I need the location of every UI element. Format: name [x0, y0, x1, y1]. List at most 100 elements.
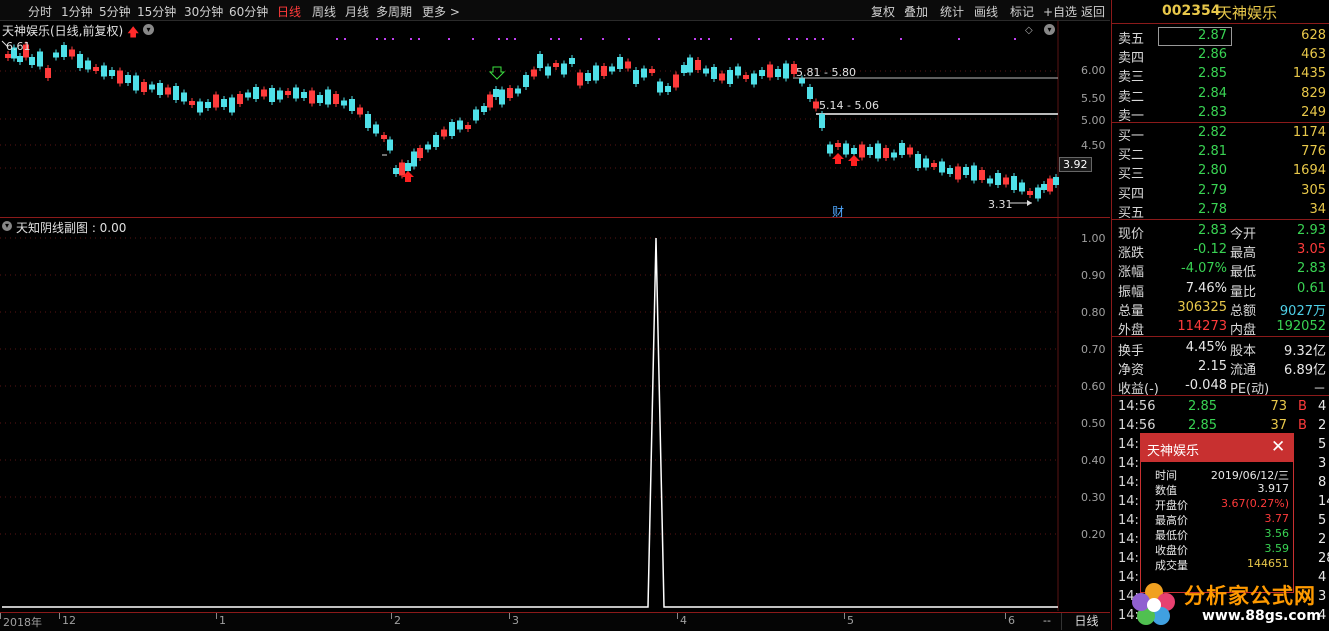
orderbook-row[interactable]: 买三 2.80 1694	[1112, 162, 1329, 182]
period-tab[interactable]: 分时	[28, 3, 52, 20]
candle-body	[947, 168, 953, 174]
period-tab[interactable]: 多周期	[376, 3, 412, 20]
stat-value: 9027万	[1279, 303, 1326, 319]
candle-body	[157, 83, 163, 95]
popup-row: 最高价 3.77	[1141, 512, 1291, 527]
signal-dot	[506, 38, 508, 40]
orderbook-price: 2.85	[1198, 66, 1227, 82]
orderbook-row[interactable]: 买四 2.79 305	[1112, 182, 1329, 202]
candle-body	[963, 167, 969, 175]
signal-dot	[550, 38, 552, 40]
popup-label: 最高价	[1155, 514, 1188, 527]
orderbook-row[interactable]: 买五 2.78 34	[1112, 201, 1329, 221]
indicator-subchart[interactable]: ▾ 天知阴线副图 : 0.00 1.00 0.90 0.80 0.70 0.60 0.50…	[0, 218, 1110, 611]
candle-body	[285, 91, 291, 95]
candle-body	[617, 57, 623, 69]
orderbook-label: 买二	[1118, 148, 1145, 164]
candle-body	[499, 89, 505, 105]
fundamental-row: 收益(-) -0.048 PE(动) －	[1112, 377, 1329, 397]
period-tab[interactable]: 更多 >	[422, 3, 460, 20]
candle-body	[931, 163, 937, 167]
candle-body	[405, 163, 411, 171]
toolbar-button[interactable]: 画线	[974, 3, 998, 20]
candle-body	[1035, 187, 1041, 199]
signal-dot	[336, 38, 338, 40]
candle-body	[449, 122, 455, 136]
orderbook-row[interactable]: 买二 2.81 776	[1112, 143, 1329, 164]
orderbook-row[interactable]: 卖一 2.83 249	[1112, 104, 1329, 124]
time-axis-label: 6	[1008, 614, 1015, 627]
candle-body	[835, 143, 841, 147]
orderbook-row[interactable]: 卖三 2.85 1435	[1112, 65, 1329, 85]
toolbar-button[interactable]: 统计	[940, 3, 964, 20]
indicator-axis-label: 0.50	[1081, 417, 1106, 430]
period-button[interactable]: 日线	[1061, 613, 1111, 630]
period-tab[interactable]: 月线	[345, 3, 369, 20]
period-tab[interactable]: 30分钟	[184, 3, 223, 20]
candle-body	[165, 87, 171, 95]
candle-body	[859, 144, 865, 158]
candle-body	[493, 89, 499, 97]
orderbook-label: 买一	[1118, 129, 1145, 144]
stat-value: 192052	[1276, 319, 1326, 334]
candle-body	[923, 158, 929, 168]
tick-count: 2	[1318, 532, 1327, 547]
tick-row: 14:56 2.85 73 B 4	[1112, 398, 1329, 417]
signal-dot	[344, 38, 346, 40]
orderbook-price: 2.78	[1198, 201, 1227, 217]
candle-body	[399, 162, 405, 176]
tick-time: 14:	[1118, 475, 1139, 490]
orderbook-row[interactable]: 买一 2.82 1174	[1112, 124, 1329, 144]
candle-body	[45, 68, 51, 78]
close-icon[interactable]: ✕	[1271, 437, 1285, 457]
stat-value: -0.12	[1193, 242, 1227, 258]
period-tab[interactable]: 5分钟	[99, 3, 131, 20]
candle-body	[141, 82, 147, 92]
orderbook-volume: 628	[1301, 28, 1326, 43]
candle-body	[851, 148, 857, 154]
fundamental-row: 换手 4.45% 股本 9.32亿	[1112, 339, 1329, 359]
candle-body	[775, 69, 781, 77]
period-tab[interactable]: 周线	[312, 3, 336, 20]
candle-body	[593, 65, 599, 81]
time-axis: 2018年 12 1 2 3 4 5 6 -- 日线	[0, 612, 1110, 631]
candlestick-chart[interactable]: 天神娱乐(日线,前复权) 🡅 ▾ ◇ ▾ 6.61 5.81 - 5.80 5.…	[0, 21, 1110, 219]
candle-body	[939, 161, 945, 173]
candle-body	[1019, 182, 1025, 192]
candle-body	[133, 75, 139, 91]
orderbook-price: 2.80	[1198, 163, 1227, 179]
period-tab[interactable]: 60分钟	[229, 3, 268, 20]
toolbar-button[interactable]: +自选	[1043, 3, 1077, 20]
orderbook-price: 2.83	[1198, 104, 1227, 120]
stock-code: 002354	[1162, 3, 1221, 19]
quote-stat-row: 振幅 7.46% 量比 0.61	[1112, 280, 1329, 300]
candle-body	[309, 90, 315, 104]
stat-label: 总量	[1118, 303, 1145, 319]
indicator-plot	[0, 218, 1059, 611]
period-tab[interactable]: 15分钟	[137, 3, 176, 20]
stat-value: 7.46%	[1185, 280, 1227, 296]
indicator-axis-label: 0.60	[1081, 380, 1106, 393]
site-watermark: 分析家公式网 www.88gs.com	[1130, 576, 1329, 630]
signal-dot	[580, 38, 582, 40]
time-tick	[0, 613, 1, 619]
toolbar-button[interactable]: 标记	[1010, 3, 1034, 20]
price-axis-label: 6.00	[1081, 64, 1106, 77]
candle-body	[955, 166, 961, 180]
candle-body	[727, 70, 733, 84]
popup-label: 成交量	[1155, 559, 1188, 572]
orderbook-row[interactable]: 卖四 2.86 463	[1112, 46, 1329, 66]
toolbar-button[interactable]: 叠加	[904, 3, 928, 20]
period-tab[interactable]: 1分钟	[61, 3, 93, 20]
candle-body	[53, 52, 59, 58]
candle-body	[843, 143, 849, 155]
orderbook-label: 买四	[1118, 186, 1145, 202]
candle-body	[301, 92, 307, 98]
toolbar-button[interactable]: 复权	[871, 3, 895, 20]
orderbook-row[interactable]: 卖二 2.84 829	[1112, 85, 1329, 105]
candle-body	[69, 49, 75, 57]
period-tab[interactable]: 日线	[277, 3, 301, 20]
toolbar-button[interactable]: 返回	[1081, 3, 1105, 20]
tick-count: 28	[1318, 551, 1329, 566]
orderbook-volume: 463	[1301, 47, 1326, 63]
